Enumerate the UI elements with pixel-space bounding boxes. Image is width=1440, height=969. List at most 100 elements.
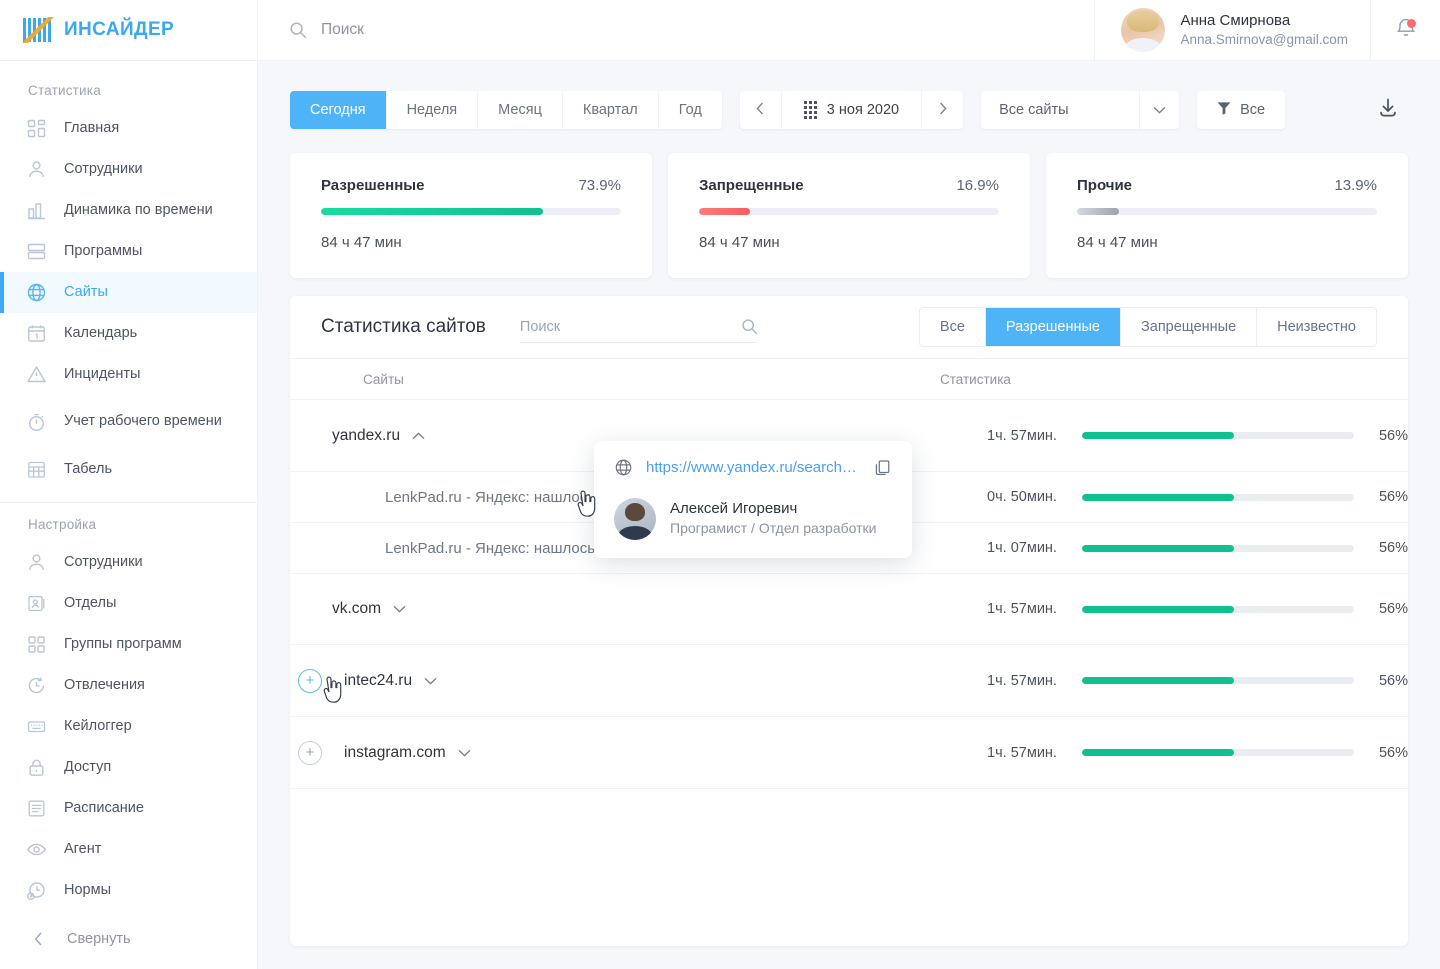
sidebar-item-sites[interactable]: Сайты — [0, 272, 257, 313]
summary-cards: Разрешенные 73.9% 84 ч 47 мин Запрещенны… — [290, 153, 1408, 278]
chevron-down-icon[interactable] — [424, 675, 437, 687]
card-title: Прочие — [1077, 177, 1133, 194]
popover-url-row: https://www.yandex.ru/search… — [614, 458, 892, 477]
bar-chart-icon — [26, 200, 47, 221]
site-details-popover: https://www.yandex.ru/search… Алексей Иг… — [594, 441, 912, 558]
globe-icon — [614, 458, 633, 477]
sidebar-item-label: Кейлоггер — [64, 717, 132, 734]
sidebar-item-agent[interactable]: Агент — [0, 829, 257, 870]
main-area: Анна Смирнова Anna.Smirnova@gmail.com Се… — [258, 0, 1440, 969]
sidebar-item-program-groups[interactable]: Группы программ — [0, 624, 257, 665]
download-button[interactable] — [1376, 96, 1408, 125]
tab-all[interactable]: Все — [919, 308, 986, 346]
sidebar-item-programs[interactable]: Программы — [0, 231, 257, 272]
sidebar-item-calendar[interactable]: Календарь — [0, 313, 257, 354]
period-year[interactable]: Год — [658, 91, 722, 129]
status-tabs: Все Разрешенные Запрещенные Неизвестно — [918, 307, 1377, 347]
sidebar-item-label: Инциденты — [64, 365, 141, 382]
date-next-button[interactable] — [921, 91, 963, 129]
sidebar-item-distractions[interactable]: Отвлечения — [0, 665, 257, 706]
tab-unknown[interactable]: Неизвестно — [1257, 308, 1376, 346]
notifications-button[interactable] — [1370, 0, 1440, 61]
sidebar-item-main[interactable]: Главная — [0, 108, 257, 149]
period-today[interactable]: Сегодня — [290, 91, 387, 129]
stat-cell: 1ч. 57мин. 56% — [939, 673, 1408, 689]
popover-person: Алексей Игоревич Програмист / Отдел разр… — [614, 498, 892, 540]
site-cell[interactable]: + instagram.com — [290, 740, 939, 765]
chevron-up-icon[interactable] — [412, 430, 425, 442]
table-row[interactable]: + intec24.ru 1ч. 57мин. 56% — [290, 645, 1408, 717]
global-search[interactable] — [258, 21, 1094, 39]
tab-forbidden[interactable]: Запрещенные — [1121, 308, 1258, 346]
date-prev-button[interactable] — [740, 91, 782, 129]
sidebar-item-norms[interactable]: Нормы — [0, 870, 257, 911]
column-header-stat: Статистика — [940, 371, 1011, 387]
sidebar-item-keylogger[interactable]: Кейлоггер — [0, 706, 257, 747]
user-menu[interactable]: Анна Смирнова Anna.Smirnova@gmail.com — [1094, 0, 1370, 61]
sidebar-item-worktime[interactable]: Учет рабочего времени — [0, 395, 257, 449]
warning-icon — [26, 364, 47, 385]
notification-dot — [1407, 18, 1416, 28]
row-time: 1ч. 57мин. — [987, 744, 1057, 761]
sidebar-group-settings: Настройка Сотрудники Отделы Группы прогр… — [0, 507, 257, 911]
site-cell[interactable]: vk.com — [290, 600, 939, 618]
sidebar-collapse-button[interactable]: Свернуть — [0, 917, 257, 961]
brand-logo[interactable]: ИНСАЙДЕР — [0, 0, 257, 61]
stat-cell: 1ч. 07мин. 56% — [939, 540, 1408, 556]
sidebar-item-label: Программы — [64, 242, 143, 259]
card-progress-fill — [321, 208, 543, 215]
sidebar-item-incidents[interactable]: Инциденты — [0, 354, 257, 395]
stat-cell: 1ч. 57мин. 56% — [939, 601, 1408, 617]
period-quarter[interactable]: Квартал — [562, 91, 659, 129]
period-selector: Сегодня Неделя Месяц Квартал Год — [290, 91, 722, 129]
chevron-down-icon[interactable] — [458, 747, 471, 759]
card-progress-fill — [699, 208, 750, 215]
period-month[interactable]: Месяц — [478, 91, 563, 129]
tab-allowed[interactable]: Разрешенные — [985, 308, 1121, 346]
date-value-button[interactable]: 3 ноя 2020 — [782, 91, 921, 129]
row-time: 1ч. 57мин. — [987, 672, 1057, 689]
funnel-icon — [1217, 101, 1231, 119]
filter-label: Все — [1240, 102, 1266, 118]
filter-button[interactable]: Все — [1197, 91, 1286, 129]
add-site-button[interactable]: + — [298, 668, 322, 693]
site-select-value: Все сайты — [999, 102, 1069, 118]
site-name: yandex.ru — [332, 426, 401, 444]
chevron-down-icon[interactable] — [1139, 91, 1179, 129]
popover-url-link[interactable]: https://www.yandex.ru/search… — [646, 459, 857, 476]
sidebar-item-time-dynamics[interactable]: Динамика по времени — [0, 190, 257, 231]
table-row[interactable]: vk.com 1ч. 57мин. 56% — [290, 574, 1408, 645]
row-time: 1ч. 57мин. — [987, 601, 1057, 617]
sidebar-item-departments[interactable]: Отделы — [0, 583, 257, 624]
card-progress-track — [321, 208, 621, 215]
chevron-down-icon[interactable] — [393, 603, 406, 615]
table-header: Сайты Статистика — [290, 358, 1408, 400]
site-cell[interactable]: + intec24.ru — [290, 668, 939, 693]
stat-cell: 0ч. 50мин. 56% — [939, 489, 1408, 505]
eye-icon — [26, 839, 47, 860]
sidebar-item-label: Главная — [64, 119, 120, 136]
sidebar-item-employees[interactable]: Сотрудники — [0, 149, 257, 190]
panel-search-input[interactable] — [519, 318, 741, 335]
topbar: Анна Смирнова Anna.Smirnova@gmail.com — [258, 0, 1440, 61]
sidebar-item-schedule[interactable]: Расписание — [0, 788, 257, 829]
search-input[interactable] — [321, 21, 621, 39]
table-row[interactable]: + instagram.com 1ч. 57мин. 56% — [290, 717, 1408, 789]
card-allowed: Разрешенные 73.9% 84 ч 47 мин — [290, 153, 652, 278]
period-week[interactable]: Неделя — [386, 91, 479, 129]
card-percent: 73.9% — [578, 177, 621, 194]
sidebar-item-label: Учет рабочего времени — [64, 413, 222, 430]
clock-reset-icon — [26, 675, 47, 696]
panel-search[interactable] — [519, 311, 758, 343]
site-name: instagram.com — [344, 743, 446, 761]
site-select[interactable]: Все сайты — [981, 91, 1180, 129]
sidebar-item-settings-employees[interactable]: Сотрудники — [0, 542, 257, 583]
sidebar-item-timesheet[interactable]: Табель — [0, 449, 257, 490]
add-site-button[interactable]: + — [298, 740, 322, 765]
panel-header: Статистика сайтов Все Разрешенные Запрещ… — [290, 296, 1408, 358]
sidebar-group-statistics: Статистика Главная Сотрудники Динамика п… — [0, 61, 257, 490]
globe-icon — [26, 282, 47, 303]
sidebar-item-access[interactable]: Доступ — [0, 747, 257, 788]
copy-icon[interactable] — [873, 458, 892, 477]
sidebar-collapse-label: Свернуть — [67, 931, 131, 947]
